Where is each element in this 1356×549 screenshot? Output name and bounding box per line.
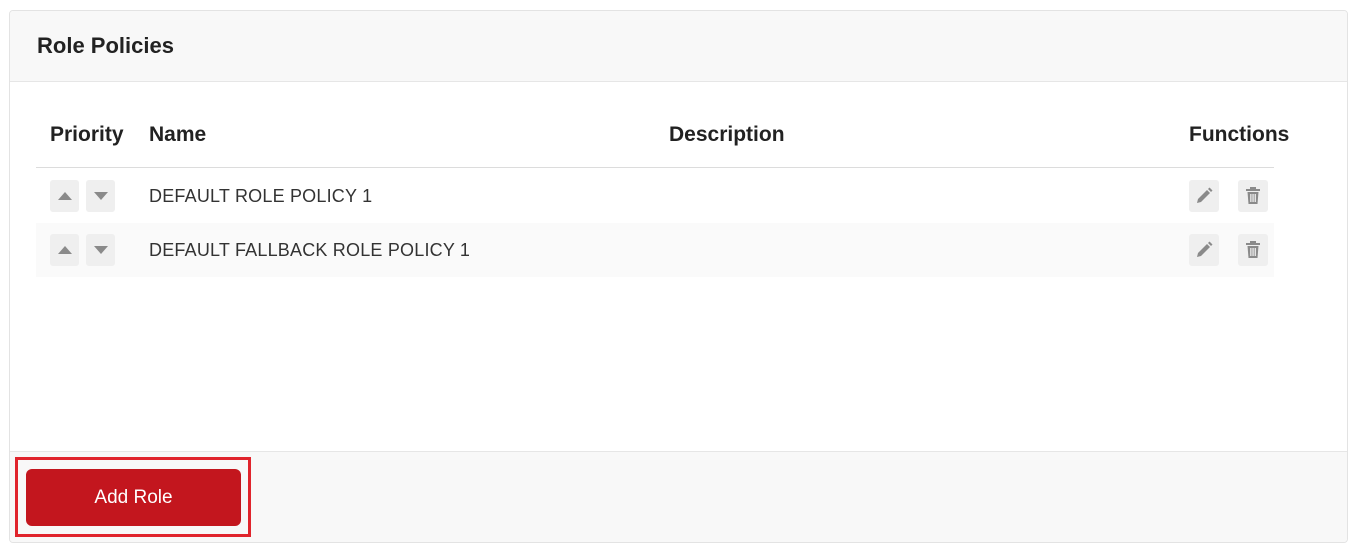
move-up-button[interactable] bbox=[50, 234, 79, 266]
column-header-functions: Functions bbox=[1189, 123, 1290, 146]
triangle-down-icon bbox=[93, 246, 108, 254]
policy-name: DEFAULT ROLE POLICY 1 bbox=[149, 186, 373, 206]
move-up-button[interactable] bbox=[50, 180, 79, 212]
column-header-description: Description bbox=[669, 123, 785, 146]
edit-button[interactable] bbox=[1189, 234, 1219, 266]
edit-button[interactable] bbox=[1189, 180, 1219, 212]
pencil-icon bbox=[1197, 241, 1213, 257]
panel-header: Role Policies bbox=[10, 11, 1347, 82]
table-header: Priority Name Description Functions bbox=[36, 123, 1289, 168]
column-header-name: Name bbox=[149, 123, 207, 146]
page-title: Role Policies bbox=[37, 33, 174, 58]
table-row: DEFAULT FALLBACK ROLE POLICY 1 bbox=[36, 223, 1274, 277]
move-down-button[interactable] bbox=[86, 180, 115, 212]
policy-name: DEFAULT FALLBACK ROLE POLICY 1 bbox=[149, 240, 471, 260]
triangle-up-icon bbox=[57, 192, 72, 200]
trash-icon bbox=[1246, 187, 1260, 204]
triangle-down-icon bbox=[93, 192, 108, 200]
move-down-button[interactable] bbox=[86, 234, 115, 266]
trash-icon bbox=[1246, 241, 1260, 258]
column-header-priority: Priority bbox=[50, 123, 124, 146]
table-row: DEFAULT ROLE POLICY 1 bbox=[36, 169, 1274, 223]
add-role-button[interactable]: Add Role bbox=[26, 469, 241, 526]
delete-button[interactable] bbox=[1238, 180, 1268, 212]
delete-button[interactable] bbox=[1238, 234, 1268, 266]
pencil-icon bbox=[1197, 187, 1213, 203]
triangle-up-icon bbox=[57, 246, 72, 254]
